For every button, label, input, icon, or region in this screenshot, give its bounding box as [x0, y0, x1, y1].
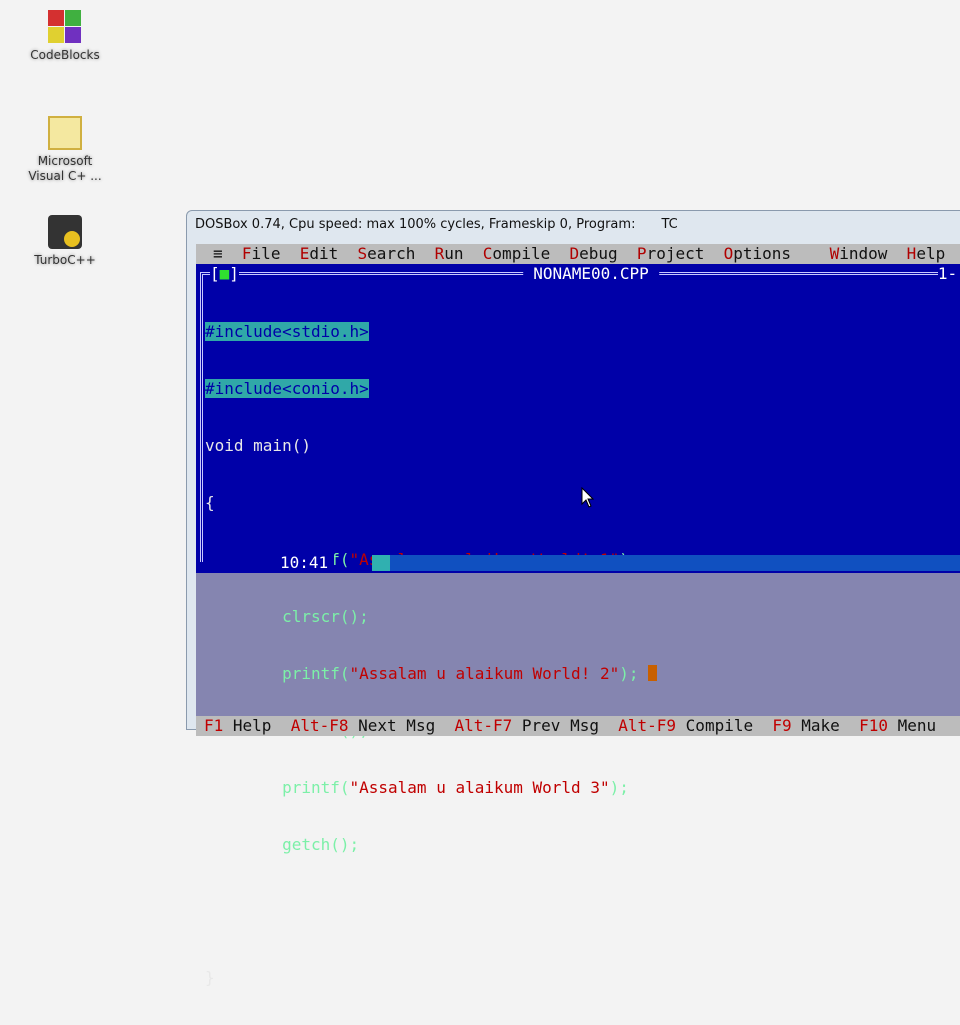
menu-compile[interactable]: Compile — [483, 244, 550, 263]
menu-project[interactable]: Project — [637, 244, 704, 263]
menu-options[interactable]: Options — [724, 244, 791, 263]
hotkey: F — [241, 244, 252, 263]
code-line: clrscr(); — [205, 607, 657, 626]
label: roject — [646, 244, 705, 263]
menu-run[interactable]: Run — [435, 244, 464, 263]
key: Alt-F7 — [454, 716, 513, 735]
code-text: #include<stdio.h> — [205, 322, 369, 341]
desktop-icon-codeblocks[interactable]: CodeBlocks — [15, 10, 115, 63]
label: dit — [309, 244, 339, 263]
status-make[interactable]: F9 Make — [772, 716, 839, 735]
status-menu[interactable]: F10 Menu — [859, 716, 936, 735]
close-icon: ■ — [219, 264, 230, 283]
desktop-icon-label: TurboC++ — [34, 253, 96, 267]
key: F1 — [204, 716, 224, 735]
window-number[interactable]: 1-[↑] — [937, 264, 960, 283]
label: Compile — [685, 716, 754, 735]
desktop-icon-turboc[interactable]: TurboC++ — [15, 215, 115, 268]
horizontal-scrollbar[interactable] — [372, 555, 960, 571]
key: Alt-F9 — [618, 716, 677, 735]
code-line: #include<conio.h> — [205, 379, 657, 398]
menu-help[interactable]: Help — [907, 244, 946, 263]
close-box[interactable]: [■] — [210, 264, 239, 283]
label: un — [444, 244, 464, 263]
code-text: #include<conio.h> — [205, 379, 369, 398]
code-text: printf( — [282, 778, 350, 797]
mouse-pointer-icon — [581, 487, 595, 508]
menu-search[interactable]: Search — [358, 244, 416, 263]
status-prev-msg[interactable]: Alt-F7 Prev Msg — [454, 716, 599, 735]
status-compile[interactable]: Alt-F9 Compile — [618, 716, 753, 735]
code-line: printf("Assalam u alaikum World! 2"); — [205, 664, 658, 683]
cursor-position: 10:41 — [274, 553, 335, 572]
label: ile — [251, 244, 281, 263]
code-line: } — [205, 968, 657, 987]
code-text: clrscr(); — [282, 607, 369, 626]
title-text: DOSBox 0.74, Cpu speed: max 100% cycles,… — [195, 217, 636, 232]
code-line: #include<stdio.h> — [205, 322, 657, 341]
system-menu[interactable]: ≡ — [213, 244, 223, 263]
codeblocks-icon — [48, 10, 82, 44]
label: Help — [232, 716, 272, 735]
text-cursor — [648, 665, 658, 681]
hotkey: W — [829, 244, 840, 263]
visual-cpp-icon — [48, 116, 82, 150]
label: elp — [916, 244, 946, 263]
string-literal: "Assalam u alaikum World! 2" — [349, 664, 620, 683]
file-name: NONAME00.CPP — [523, 264, 659, 283]
hotkey: O — [723, 244, 734, 263]
hotkey: S — [357, 244, 368, 263]
code-text: } — [205, 968, 215, 987]
status-bar: F1 Help Alt-F8 Next Msg Alt-F7 Prev Msg … — [196, 716, 960, 736]
key: Alt-F8 — [290, 716, 349, 735]
dos-screen[interactable]: ≡ File Edit Search Run Compile Debug Pro… — [196, 244, 960, 987]
label: ebug — [579, 244, 618, 263]
label: indow — [839, 244, 888, 263]
key: F10 — [859, 716, 888, 735]
hotkey: H — [906, 244, 917, 263]
turboc-icon — [48, 215, 82, 249]
code-text: getch(); — [282, 835, 360, 854]
code-text: printf( — [282, 664, 350, 683]
hotkey: C — [482, 244, 493, 263]
label: earch — [367, 244, 416, 263]
hotkey: R — [434, 244, 445, 263]
code-text: ); — [609, 778, 629, 797]
label: Make — [801, 716, 840, 735]
dosbox-window: DOSBox 0.74, Cpu speed: max 100% cycles,… — [186, 210, 960, 987]
code-line: printf("Assalam u alaikum World 3"); — [205, 778, 657, 797]
menu-edit[interactable]: Edit — [300, 244, 339, 263]
hotkey: E — [299, 244, 310, 263]
status-f1[interactable]: F1 Help — [204, 716, 271, 735]
window-title: DOSBox 0.74, Cpu speed: max 100% cycles,… — [195, 217, 678, 232]
code-line: void main() — [205, 436, 657, 455]
hotkey: D — [569, 244, 580, 263]
code-text: ); — [619, 664, 639, 683]
menu-bar: ≡ File Edit Search Run Compile Debug Pro… — [196, 244, 960, 264]
hotkey: P — [636, 244, 647, 263]
menu-debug[interactable]: Debug — [569, 244, 617, 263]
desktop-icon-label: Microsoft Visual C+ ... — [28, 154, 102, 183]
label: ptions — [733, 244, 792, 263]
status-next-msg[interactable]: Alt-F8 Next Msg — [291, 716, 436, 735]
string-literal: "Assalam u alaikum World 3" — [349, 778, 610, 797]
code-line: getch(); — [205, 835, 657, 854]
code-area[interactable]: #include<stdio.h> #include<conio.h> void… — [205, 284, 658, 1025]
label: Next Msg — [358, 716, 436, 735]
editor-window[interactable]: [■] NONAME00.CPP 1-[↑] #include<stdio.h>… — [196, 264, 960, 987]
menu-file[interactable]: File — [242, 244, 281, 263]
desktop-icon-label: CodeBlocks — [30, 48, 100, 62]
label: Menu — [897, 716, 937, 735]
program-name: TC — [661, 217, 678, 232]
key: F9 — [772, 716, 792, 735]
menu-window[interactable]: Window — [830, 244, 888, 263]
code-text: { — [205, 493, 215, 512]
desktop-icon-visual-cpp[interactable]: Microsoft Visual C+ ... — [15, 116, 115, 184]
editor-bottom-bar: 10:41 — [200, 553, 960, 573]
label: ompile — [492, 244, 551, 263]
label: Prev Msg — [521, 716, 599, 735]
code-text: void main() — [205, 436, 311, 455]
